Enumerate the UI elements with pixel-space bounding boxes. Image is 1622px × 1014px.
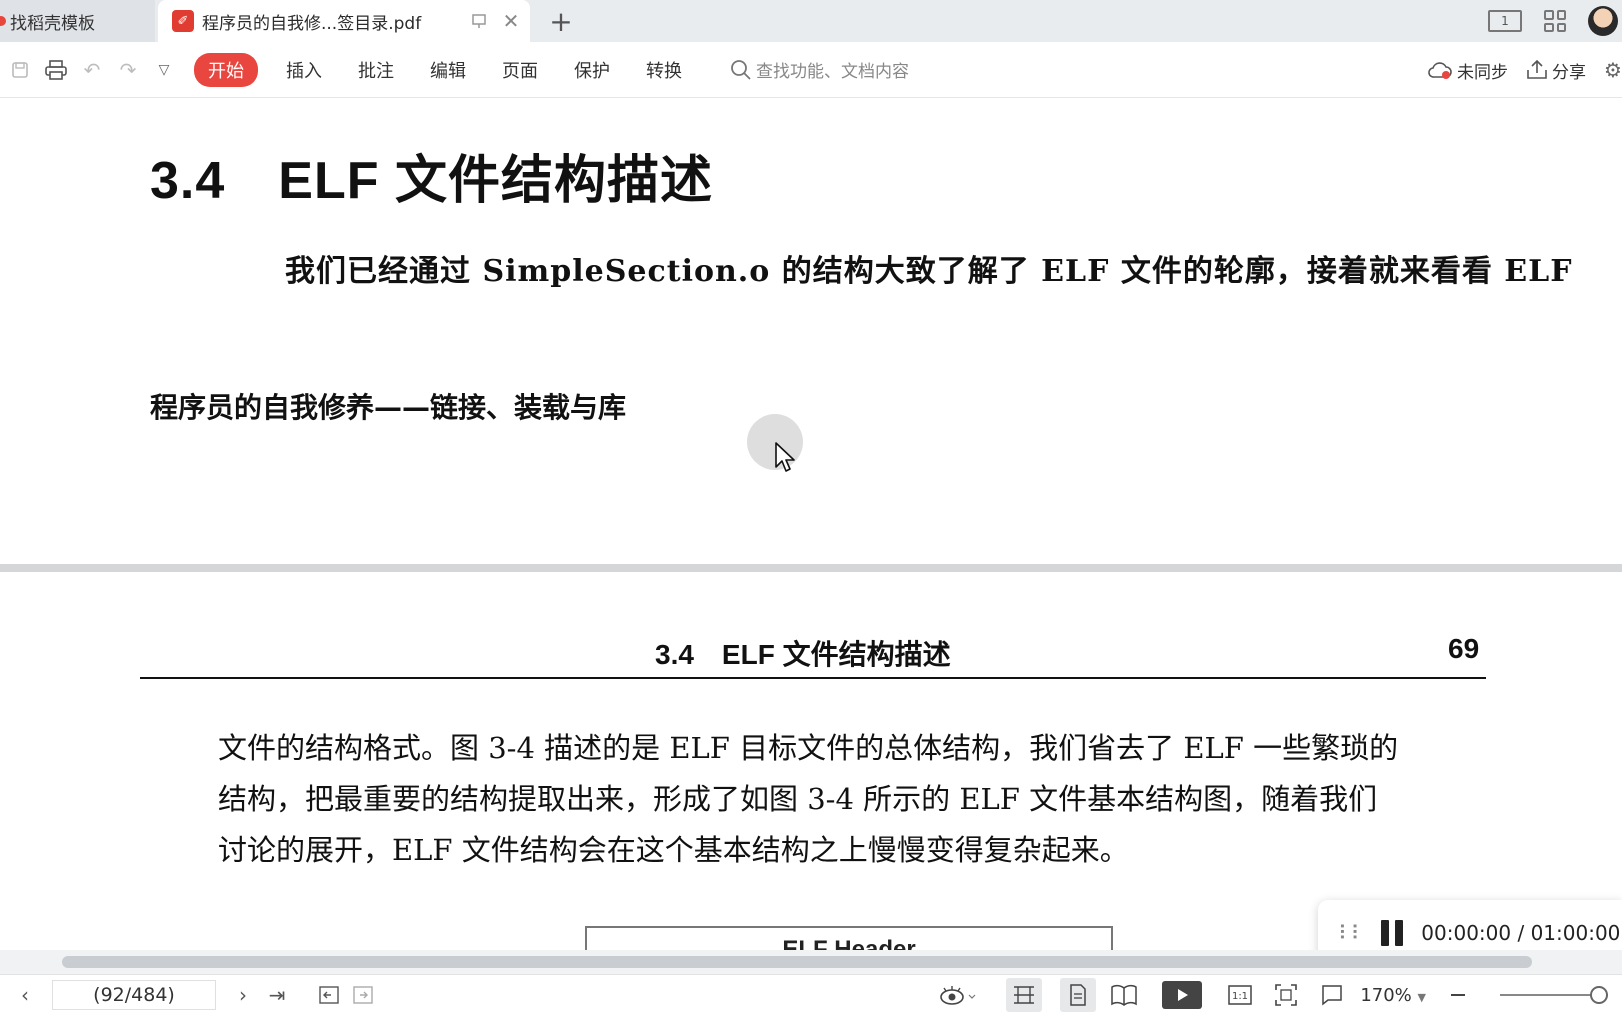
body-paragraph: 文件的结构格式。图 3-4 描述的是 ELF 目标文件的总体结构，我们省去了 E… — [218, 723, 1488, 876]
page-indicator: (92/484) — [93, 983, 175, 1006]
header-rule — [140, 677, 1486, 679]
layout-badge: 1 — [1501, 14, 1509, 28]
tab-templates[interactable]: 找稻壳模板 — [0, 0, 155, 42]
zoom-slider-knob[interactable] — [1590, 986, 1608, 1004]
zoom-level: 170% — [1360, 984, 1412, 1006]
go-back-icon[interactable] — [312, 978, 346, 1012]
svg-text:1:1: 1:1 — [1232, 991, 1248, 1002]
search-icon — [731, 59, 751, 80]
grid-view-button[interactable] — [1538, 8, 1572, 34]
page-number: 69 — [1448, 633, 1480, 664]
settings-icon[interactable]: ⚙ — [1604, 52, 1622, 88]
zoom-level-dropdown[interactable]: 170% ▼ — [1360, 985, 1426, 1006]
menu-page[interactable]: 页面 — [502, 57, 538, 83]
page-indicator-input[interactable]: (92/484) — [52, 979, 216, 1010]
share-icon — [1527, 60, 1547, 79]
document-viewer[interactable]: 3.4 ELF 文件结构描述 我们已经通过 SimpleSection.o 的结… — [0, 98, 1622, 950]
body-line: 讨论的展开，ELF 文件结构会在这个基本结构之上慢慢变得复杂起来。 — [218, 833, 1129, 867]
elf-structure-figure: ELF Header — [585, 926, 1113, 950]
search-placeholder: 查找功能、文档内容 — [756, 62, 909, 82]
single-window-icon: 1 — [1488, 10, 1522, 32]
zoom-slider[interactable] — [1500, 985, 1608, 1005]
drag-handle-icon[interactable]: ⠇⠇ — [1338, 921, 1365, 945]
quick-access-dropdown-icon[interactable]: ▽ — [146, 52, 182, 88]
search-box[interactable]: 查找功能、文档内容 — [730, 57, 909, 82]
pause-icon[interactable] — [1381, 920, 1404, 946]
sync-label: 未同步 — [1457, 62, 1508, 83]
scrollbar-thumb[interactable] — [62, 956, 1532, 968]
fit-page-icon[interactable] — [1268, 978, 1304, 1012]
last-page-icon[interactable]: ⇥ — [260, 978, 294, 1012]
previous-page-icon[interactable]: ‹ — [8, 978, 42, 1012]
menu-start[interactable]: 开始 — [194, 52, 258, 87]
toolbar-right-group: 未同步 分享 ⚙ — [1427, 42, 1622, 98]
wps-logo-icon — [0, 16, 6, 26]
continuous-scroll-icon[interactable] — [1006, 978, 1043, 1012]
page-separator — [0, 564, 1622, 572]
eye-protection-icon[interactable] — [934, 978, 982, 1012]
redo-icon[interactable]: ↷ — [110, 52, 146, 88]
menu-convert[interactable]: 转换 — [646, 57, 682, 83]
fit-width-icon[interactable] — [1314, 978, 1350, 1012]
body-line: 文件的结构格式。图 3-4 描述的是 ELF 目标文件的总体结构，我们省去了 E… — [218, 731, 1399, 765]
sync-button[interactable]: 未同步 — [1427, 58, 1508, 83]
print-icon[interactable] — [38, 52, 74, 88]
play-icon — [1178, 989, 1189, 1001]
tab-pdf-document[interactable]: ✐ 程序员的自我修...签目录.pdf ✕ — [158, 0, 530, 42]
window-controls: 1 — [1488, 0, 1622, 42]
body-line: 结构，把最重要的结构提取出来，形成了如图 3-4 所示的 ELF 文件基本结构图… — [218, 782, 1378, 816]
layout-switch-button[interactable]: 1 — [1488, 8, 1522, 34]
share-label: 分享 — [1552, 62, 1586, 83]
two-page-icon[interactable] — [1106, 978, 1142, 1012]
menu-edit[interactable]: 编辑 — [430, 57, 466, 83]
horizontal-scrollbar[interactable] — [0, 950, 1622, 974]
menu-protect[interactable]: 保护 — [574, 57, 610, 83]
new-tab-button[interactable]: + — [544, 4, 578, 38]
play-slideshow-button[interactable] — [1162, 981, 1203, 1009]
running-head: 3.4 ELF 文件结构描述 — [655, 639, 951, 670]
pin-tab-icon[interactable] — [466, 8, 492, 34]
paragraph-text: 我们已经通过 SimpleSection.o 的结构大致了解了 ELF 文件的轮… — [285, 254, 1573, 289]
grid-icon — [1544, 10, 1566, 32]
share-button[interactable]: 分享 — [1526, 58, 1586, 83]
menu-annotate[interactable]: 批注 — [358, 57, 394, 83]
recording-time: 00:00:00 / 01:00:00 — [1421, 921, 1621, 945]
status-bar-right: 1:1 170% ▼ — [934, 975, 1622, 1014]
close-tab-icon[interactable]: ✕ — [498, 8, 524, 34]
next-page-icon[interactable]: › — [226, 978, 260, 1012]
section-heading: 3.4 ELF 文件结构描述 — [150, 152, 713, 210]
status-bar: ‹ (92/484) › ⇥ 1:1 170% ▼ — [0, 974, 1622, 1014]
figure-label-elf-header: ELF Header — [782, 936, 916, 950]
cloud-sync-icon — [1428, 62, 1452, 79]
mouse-cursor-icon — [775, 442, 795, 472]
zoom-out-icon[interactable] — [1446, 978, 1470, 1012]
user-avatar[interactable] — [1588, 6, 1618, 36]
single-page-icon[interactable] — [1060, 978, 1097, 1012]
save-icon[interactable] — [2, 52, 38, 88]
book-footer-title: 程序员的自我修养——链接、装载与库 — [150, 391, 627, 424]
main-toolbar: ↶ ↷ ▽ 开始 插入 批注 编辑 页面 保护 转换 查找功能、文档内容 未同步… — [0, 42, 1622, 98]
actual-size-icon[interactable]: 1:1 — [1222, 978, 1258, 1012]
go-forward-icon[interactable] — [346, 978, 380, 1012]
pdf-file-icon: ✐ — [172, 10, 194, 32]
tab-label: 找稻壳模板 — [10, 13, 95, 34]
undo-icon[interactable]: ↶ — [74, 52, 110, 88]
tab-label: 程序员的自我修...签目录.pdf — [202, 13, 422, 34]
menu-insert[interactable]: 插入 — [286, 57, 322, 83]
tab-bar: 找稻壳模板 ✐ 程序员的自我修...签目录.pdf ✕ + 1 — [0, 0, 1622, 42]
chevron-down-icon: ▼ — [1417, 990, 1426, 1004]
